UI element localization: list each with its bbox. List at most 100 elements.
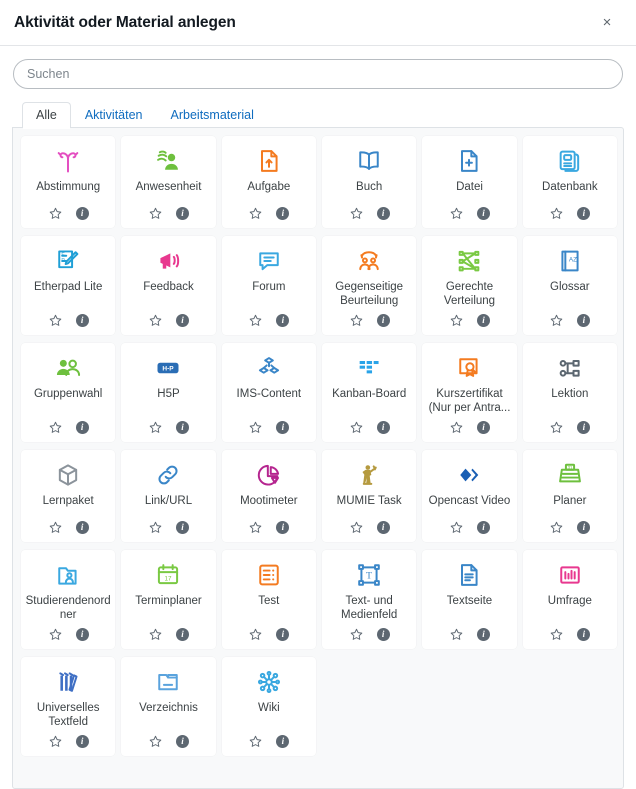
info-icon[interactable]: i bbox=[376, 627, 390, 641]
info-icon[interactable]: i bbox=[175, 420, 189, 434]
activity-card[interactable]: IMS-Content i bbox=[221, 343, 316, 442]
star-outline-icon[interactable] bbox=[148, 206, 163, 221]
star-outline-icon[interactable] bbox=[349, 420, 364, 435]
star-outline-icon[interactable] bbox=[48, 734, 63, 749]
activity-card[interactable]: Textseite i bbox=[422, 550, 517, 649]
activity-card[interactable]: H-P H5P i bbox=[121, 343, 216, 442]
info-icon[interactable]: i bbox=[577, 206, 591, 220]
info-icon[interactable]: i bbox=[276, 313, 290, 327]
star-outline-icon[interactable] bbox=[449, 520, 464, 535]
activity-card[interactable]: Feedback i bbox=[121, 236, 216, 335]
star-outline-icon[interactable] bbox=[248, 734, 263, 749]
activity-card[interactable]: Kanban-Board i bbox=[322, 343, 417, 442]
star-outline-icon[interactable] bbox=[248, 627, 263, 642]
activity-card[interactable]: 31 Planer i bbox=[522, 450, 617, 542]
info-icon[interactable]: i bbox=[276, 520, 290, 534]
info-icon[interactable]: i bbox=[577, 313, 591, 327]
star-outline-icon[interactable] bbox=[449, 420, 464, 435]
star-outline-icon[interactable] bbox=[349, 520, 364, 535]
info-icon[interactable]: i bbox=[376, 520, 390, 534]
star-outline-icon[interactable] bbox=[48, 206, 63, 221]
star-outline-icon[interactable] bbox=[148, 734, 163, 749]
star-outline-icon[interactable] bbox=[449, 627, 464, 642]
info-icon[interactable]: i bbox=[175, 520, 189, 534]
info-icon[interactable]: i bbox=[577, 627, 591, 641]
info-icon[interactable]: i bbox=[476, 313, 490, 327]
info-icon[interactable]: i bbox=[476, 206, 490, 220]
activity-card[interactable]: Gegenseitige Beurteilung i bbox=[322, 236, 417, 335]
star-outline-icon[interactable] bbox=[349, 627, 364, 642]
info-icon[interactable]: i bbox=[75, 520, 89, 534]
star-outline-icon[interactable] bbox=[248, 206, 263, 221]
star-outline-icon[interactable] bbox=[549, 520, 564, 535]
activity-card[interactable]: Umfrage i bbox=[522, 550, 617, 649]
info-icon[interactable]: i bbox=[577, 420, 591, 434]
star-outline-icon[interactable] bbox=[148, 627, 163, 642]
info-icon[interactable]: i bbox=[175, 313, 189, 327]
activity-card[interactable]: Forum i bbox=[221, 236, 316, 335]
info-icon[interactable]: i bbox=[376, 420, 390, 434]
star-outline-icon[interactable] bbox=[148, 420, 163, 435]
tab-alle[interactable]: Alle bbox=[22, 102, 71, 129]
star-outline-icon[interactable] bbox=[148, 313, 163, 328]
info-icon[interactable]: i bbox=[175, 734, 189, 748]
activity-card[interactable]: Datei i bbox=[422, 136, 517, 228]
activity-card[interactable]: Aufgabe i bbox=[221, 136, 316, 228]
close-icon[interactable]: × bbox=[595, 11, 619, 35]
star-outline-icon[interactable] bbox=[549, 206, 564, 221]
info-icon[interactable]: i bbox=[276, 420, 290, 434]
info-icon[interactable]: i bbox=[75, 313, 89, 327]
activity-card[interactable]: Verzeichnis i bbox=[121, 657, 216, 756]
activity-card[interactable]: Wiki i bbox=[221, 657, 316, 756]
info-icon[interactable]: i bbox=[175, 206, 189, 220]
activity-card[interactable]: Gruppenwahl i bbox=[21, 343, 116, 442]
info-icon[interactable]: i bbox=[75, 734, 89, 748]
activity-card[interactable]: Lektion i bbox=[522, 343, 617, 442]
star-outline-icon[interactable] bbox=[449, 206, 464, 221]
info-icon[interactable]: i bbox=[276, 734, 290, 748]
info-icon[interactable]: i bbox=[75, 420, 89, 434]
star-outline-icon[interactable] bbox=[48, 313, 63, 328]
info-icon[interactable]: i bbox=[75, 206, 89, 220]
activity-card[interactable]: AZ Glossar i bbox=[522, 236, 617, 335]
star-outline-icon[interactable] bbox=[248, 520, 263, 535]
activity-card[interactable]: Gerechte Verteilung i bbox=[422, 236, 517, 335]
activity-card[interactable]: Datenbank i bbox=[522, 136, 617, 228]
activity-card[interactable]: T Text- und Medienfeld i bbox=[322, 550, 417, 649]
info-icon[interactable]: i bbox=[276, 206, 290, 220]
activity-card[interactable]: Mootimeter i bbox=[221, 450, 316, 542]
star-outline-icon[interactable] bbox=[48, 420, 63, 435]
activity-card[interactable]: Test i bbox=[221, 550, 316, 649]
info-icon[interactable]: i bbox=[476, 520, 490, 534]
activity-card[interactable]: Lernpaket i bbox=[21, 450, 116, 542]
info-icon[interactable]: i bbox=[376, 206, 390, 220]
activity-card[interactable]: Studierendenordner i bbox=[21, 550, 116, 649]
activity-card[interactable]: Anwesenheit i bbox=[121, 136, 216, 228]
info-icon[interactable]: i bbox=[577, 520, 591, 534]
info-icon[interactable]: i bbox=[75, 627, 89, 641]
activity-card[interactable]: Abstimmung i bbox=[21, 136, 116, 228]
activity-card[interactable]: E P Etherpad Lite i bbox=[21, 236, 116, 335]
info-icon[interactable]: i bbox=[476, 420, 490, 434]
activity-card[interactable]: 17 Terminplaner i bbox=[121, 550, 216, 649]
info-icon[interactable]: i bbox=[476, 627, 490, 641]
activity-card[interactable]: Buch i bbox=[322, 136, 417, 228]
tab-aktivit-ten[interactable]: Aktivitäten bbox=[71, 102, 157, 128]
star-outline-icon[interactable] bbox=[449, 313, 464, 328]
activity-card[interactable]: Universelles Textfeld i bbox=[21, 657, 116, 756]
info-icon[interactable]: i bbox=[376, 313, 390, 327]
info-icon[interactable]: i bbox=[175, 627, 189, 641]
star-outline-icon[interactable] bbox=[349, 206, 364, 221]
activity-card[interactable]: Link/URL i bbox=[121, 450, 216, 542]
activity-card[interactable]: Opencast Video i bbox=[422, 450, 517, 542]
star-outline-icon[interactable] bbox=[549, 627, 564, 642]
star-outline-icon[interactable] bbox=[248, 313, 263, 328]
star-outline-icon[interactable] bbox=[48, 627, 63, 642]
activity-card[interactable]: Kurszertifikat (Nur per Antra... i bbox=[422, 343, 517, 442]
star-outline-icon[interactable] bbox=[248, 420, 263, 435]
star-outline-icon[interactable] bbox=[549, 313, 564, 328]
tab-arbeitsmaterial[interactable]: Arbeitsmaterial bbox=[157, 102, 268, 128]
activity-card[interactable]: MUMIE Task i bbox=[322, 450, 417, 542]
star-outline-icon[interactable] bbox=[349, 313, 364, 328]
star-outline-icon[interactable] bbox=[549, 420, 564, 435]
